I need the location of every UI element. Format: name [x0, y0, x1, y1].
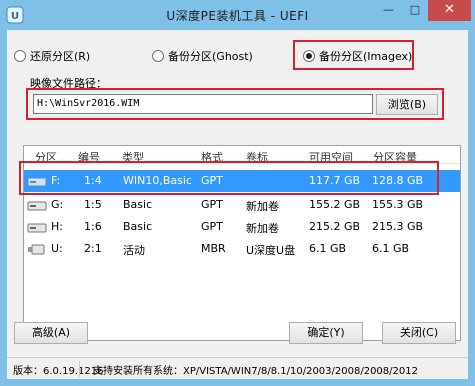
advanced-button[interactable]: 高级(A) — [14, 322, 88, 344]
usb-drive-icon — [28, 244, 45, 255]
cell-number: 1:5 — [84, 198, 102, 211]
installer-window: U U深度PE装机工具 - UEFI — □ ✕ 还原分区(R) 备份分区(Gh… — [0, 0, 475, 386]
cell-free-space: 6.1 GB — [309, 242, 347, 255]
cell-drive: U: — [51, 242, 63, 255]
table-row[interactable]: U: 2:1 活动 MBR U深度U盘 6.1 GB 6.1 GB — [24, 238, 460, 260]
highlight-box-imagex — [293, 40, 414, 70]
highlight-box-row — [19, 161, 439, 195]
restore-partition-label: 还原分区(R) — [30, 50, 91, 63]
backup-ghost-radio[interactable]: 备份分区(Ghost) — [152, 48, 253, 64]
radio-circle-icon — [152, 50, 164, 62]
cell-format: MBR — [201, 242, 226, 255]
highlight-box-path — [26, 88, 444, 120]
cell-number: 1:6 — [84, 220, 102, 233]
cell-type: Basic — [123, 198, 153, 211]
status-bar: 版本：6.0.19.1216 支持安装所有系统：XP/VISTA/WIN7/8/… — [7, 357, 468, 379]
cell-capacity: 6.1 GB — [372, 242, 410, 255]
cell-format: GPT — [201, 220, 223, 233]
cell-free-space: 215.2 GB — [309, 220, 361, 233]
radio-circle-icon — [14, 50, 26, 62]
dialog-body: 还原分区(R) 备份分区(Ghost) 备份分区(Imagex) 映像文件路径：… — [7, 30, 468, 379]
cell-type: 活动 — [123, 244, 145, 257]
table-row[interactable]: H: 1:6 Basic GPT 新加卷 215.2 GB 215.3 GB — [24, 216, 460, 238]
cell-free-space: 155.2 GB — [309, 198, 361, 211]
backup-ghost-label: 备份分区(Ghost) — [168, 50, 253, 63]
cell-label: U深度U盘 — [246, 244, 296, 257]
supported-systems-text: 支持安装所有系统：XP/VISTA/WIN7/8/8.1/10/2003/200… — [93, 366, 418, 377]
ok-button[interactable]: 确定(Y) — [289, 322, 363, 344]
cell-drive: H: — [51, 220, 63, 233]
cell-capacity: 155.3 GB — [372, 198, 424, 211]
cell-format: GPT — [201, 198, 223, 211]
title-bar[interactable]: U U深度PE装机工具 - UEFI — □ ✕ — [0, 0, 475, 30]
restore-partition-radio[interactable]: 还原分区(R) — [14, 48, 90, 64]
maximize-button[interactable]: □ — [402, 0, 428, 21]
status-divider — [79, 361, 80, 377]
close-button[interactable]: 关闭(C) — [382, 322, 456, 344]
cell-type: Basic — [123, 220, 153, 233]
cell-label: 新加卷 — [246, 200, 279, 213]
cell-capacity: 215.3 GB — [372, 220, 424, 233]
drive-icon — [27, 201, 47, 211]
cell-label: 新加卷 — [246, 222, 279, 235]
close-window-button[interactable]: ✕ — [428, 0, 471, 21]
version-text: 版本：6.0.19.1216 — [13, 366, 104, 377]
cell-number: 2:1 — [84, 242, 102, 255]
table-row[interactable]: G: 1:5 Basic GPT 新加卷 155.2 GB 155.3 GB — [24, 194, 460, 216]
cell-drive: G: — [51, 198, 64, 211]
drive-icon — [27, 223, 47, 233]
minimize-button[interactable]: — — [375, 0, 402, 21]
